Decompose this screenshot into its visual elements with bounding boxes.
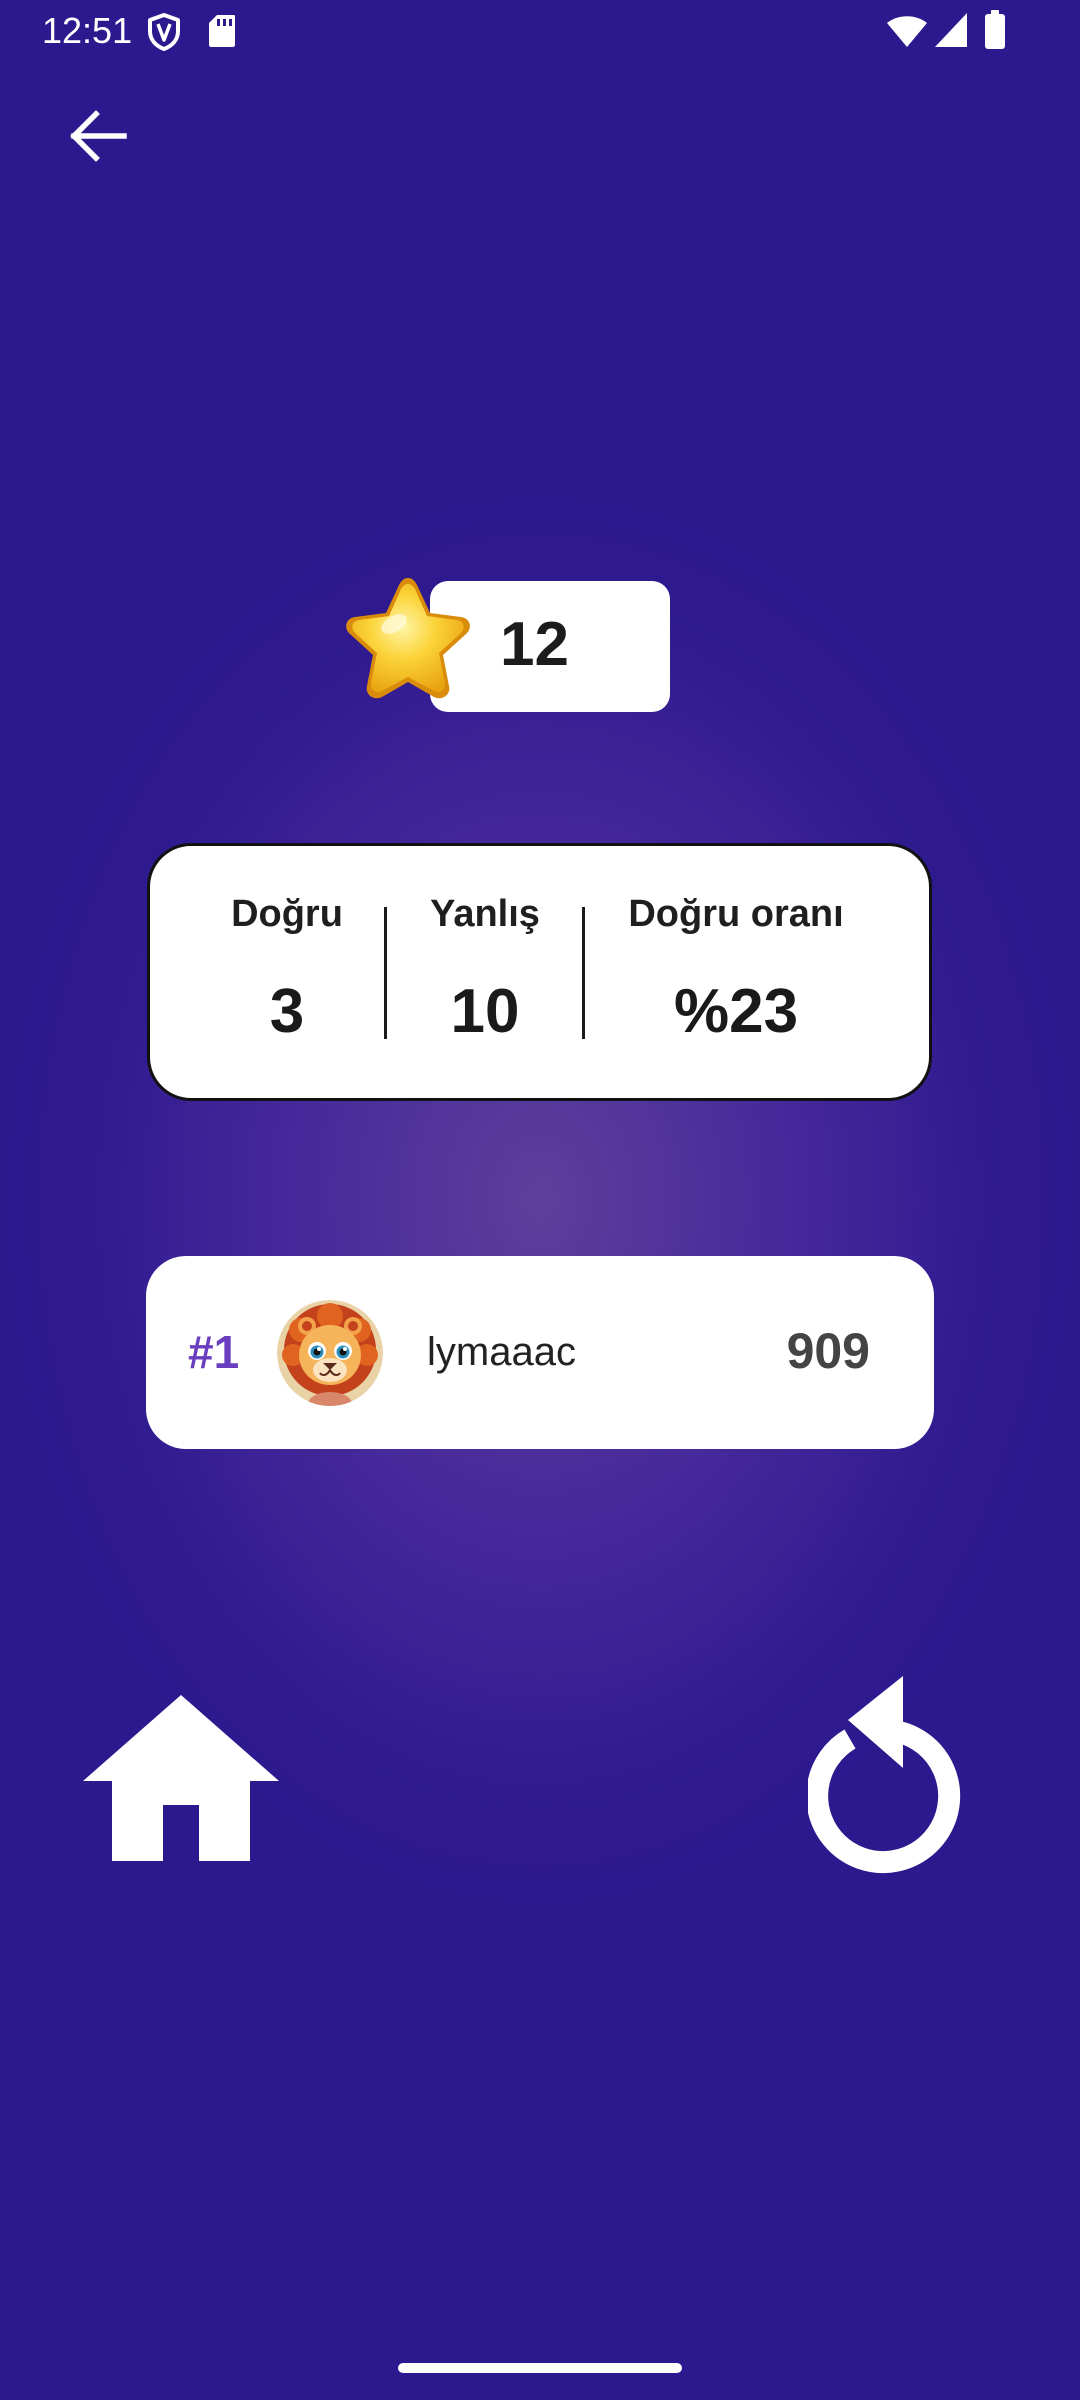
wrong-label: Yanlış [430, 893, 540, 935]
leaderboard-rank: #1 [188, 1326, 240, 1378]
leaderboard-points: 909 [786, 1323, 870, 1379]
ratio-value: %23 [673, 977, 799, 1046]
stats-divider [384, 907, 387, 1039]
signal-icon [934, 12, 968, 53]
battery-icon [984, 10, 1006, 55]
back-button[interactable] [60, 100, 136, 176]
correct-value: 3 [269, 977, 305, 1046]
home-button[interactable] [82, 1693, 280, 1863]
shield-icon [146, 12, 182, 57]
status-time: 12:51 [42, 10, 133, 51]
score-value: 12 [500, 610, 569, 679]
star-icon [332, 572, 484, 720]
wrong-value: 10 [450, 977, 520, 1046]
ratio-label: Doğru oranı [628, 893, 844, 935]
arrow-left-icon [68, 109, 128, 168]
wifi-icon [886, 14, 928, 53]
stats-card [147, 843, 932, 1101]
stats-divider [582, 907, 585, 1039]
correct-label: Doğru [231, 893, 343, 935]
gesture-navigation-handle[interactable] [398, 2363, 682, 2373]
status-bar: 12:51 [0, 0, 1080, 62]
replay-button[interactable] [806, 1672, 994, 1878]
leaderboard-username: lymaaac [427, 1330, 576, 1374]
lion-avatar [277, 1300, 383, 1406]
replay-icon [806, 1676, 994, 1882]
sd-card-icon [208, 14, 236, 53]
home-icon [82, 1695, 280, 1867]
